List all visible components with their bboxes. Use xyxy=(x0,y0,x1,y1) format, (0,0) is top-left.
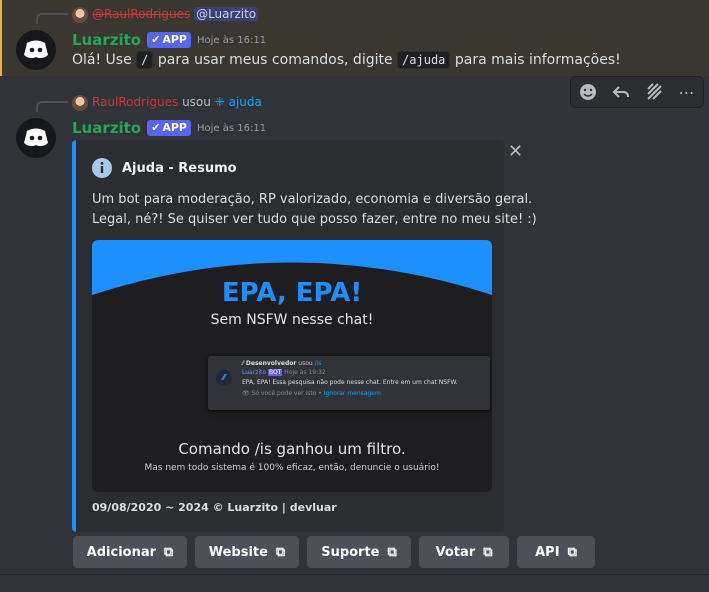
image-headline: EPA, EPA! xyxy=(221,278,363,308)
adicionar-button[interactable]: Adicionar ⧉ xyxy=(73,536,187,568)
bot-name[interactable]: Luarzito xyxy=(72,31,141,49)
reply-connector xyxy=(36,13,68,24)
message1-header: Luarzito ✔ APP Hoje às 16:11 xyxy=(72,31,266,49)
bot-name[interactable]: Luarzito xyxy=(72,119,141,137)
embed-title: Ajuda - Resumo xyxy=(122,160,237,176)
discord-bot-icon xyxy=(24,128,48,147)
message2-header: Luarzito ✔ APP Hoje às 16:11 xyxy=(72,119,266,137)
image-subheadline: Sem NSFW nesse chat! xyxy=(210,312,374,328)
command-link[interactable]: ⁜ ajuda xyxy=(215,95,262,109)
embed-author: Ajuda - Resumo xyxy=(92,158,237,178)
timestamp[interactable]: Hoje às 16:11 xyxy=(197,35,266,46)
code-ajuda: /ajuda xyxy=(397,51,451,69)
info-icon xyxy=(92,158,112,178)
preview-avatar: ⁄⁄ xyxy=(216,370,232,386)
external-link-icon: ⧉ xyxy=(567,544,577,560)
app-badge: ✔ APP xyxy=(147,32,191,48)
divider xyxy=(0,574,709,575)
preview-message: ⁄⁄ Desenvolvedor usou /is ⁄⁄ Luarzito BO… xyxy=(208,356,490,410)
more-icon[interactable]: ⋯ xyxy=(675,80,699,104)
app-badge: ✔ APP xyxy=(147,120,191,136)
suporte-button[interactable]: Suporte ⧉ xyxy=(307,536,411,568)
website-button[interactable]: Website ⧉ xyxy=(195,536,299,568)
embed-description: Um bot para moderação, RP valorizado, ec… xyxy=(92,192,537,227)
external-link-icon: ⧉ xyxy=(275,544,286,560)
votar-button[interactable]: Votar ⧉ xyxy=(419,536,509,568)
reply-avatar-2[interactable] xyxy=(72,95,88,111)
reply-icon[interactable] xyxy=(609,80,633,104)
external-link-icon: ⧉ xyxy=(164,544,174,560)
bot-avatar-2[interactable] xyxy=(16,118,56,158)
embed-image[interactable]: EPA, EPA! Sem NSFW nesse chat! ⁄⁄ Desenv… xyxy=(92,240,492,492)
reply-mention[interactable]: @Luarzito xyxy=(194,7,259,21)
threads-icon[interactable] xyxy=(642,80,666,104)
image-subcaption: Mas nem todo sistema é 100% eficaz, entã… xyxy=(144,463,440,473)
embed-footer: 09/08/2020 ~ 2024 © Luarzito | devluar xyxy=(92,501,337,514)
external-link-icon: ⧉ xyxy=(483,544,493,560)
message-toolbar: ⋯ xyxy=(570,76,704,108)
close-icon[interactable]: ✕ xyxy=(508,141,523,162)
interaction-user[interactable]: RaulRodrigues xyxy=(92,95,178,109)
external-link-icon: ⧉ xyxy=(387,544,397,560)
reply-connector-2 xyxy=(36,101,68,112)
code-slash: / xyxy=(136,51,154,69)
interaction-preview[interactable]: RaulRodrigues usou ⁜ ajuda xyxy=(92,95,262,109)
reply-preview[interactable]: @RaulRodrigues @Luarzito xyxy=(92,7,259,21)
reply-avatar[interactable] xyxy=(72,7,88,23)
timestamp[interactable]: Hoje às 16:11 xyxy=(197,123,266,134)
discord-bot-icon xyxy=(24,40,48,59)
embed-card: Ajuda - Resumo Um bot para moderação, RP… xyxy=(72,140,537,532)
api-button[interactable]: API ⧉ xyxy=(517,536,595,568)
image-caption: Comando /is ganhou um filtro. xyxy=(178,440,406,458)
bot-avatar[interactable] xyxy=(16,30,56,70)
message1-content: Olá! Use / para usar meus comandos, digi… xyxy=(72,51,621,69)
add-reaction-icon[interactable] xyxy=(576,80,600,104)
reply-author[interactable]: @RaulRodrigues xyxy=(92,7,190,21)
